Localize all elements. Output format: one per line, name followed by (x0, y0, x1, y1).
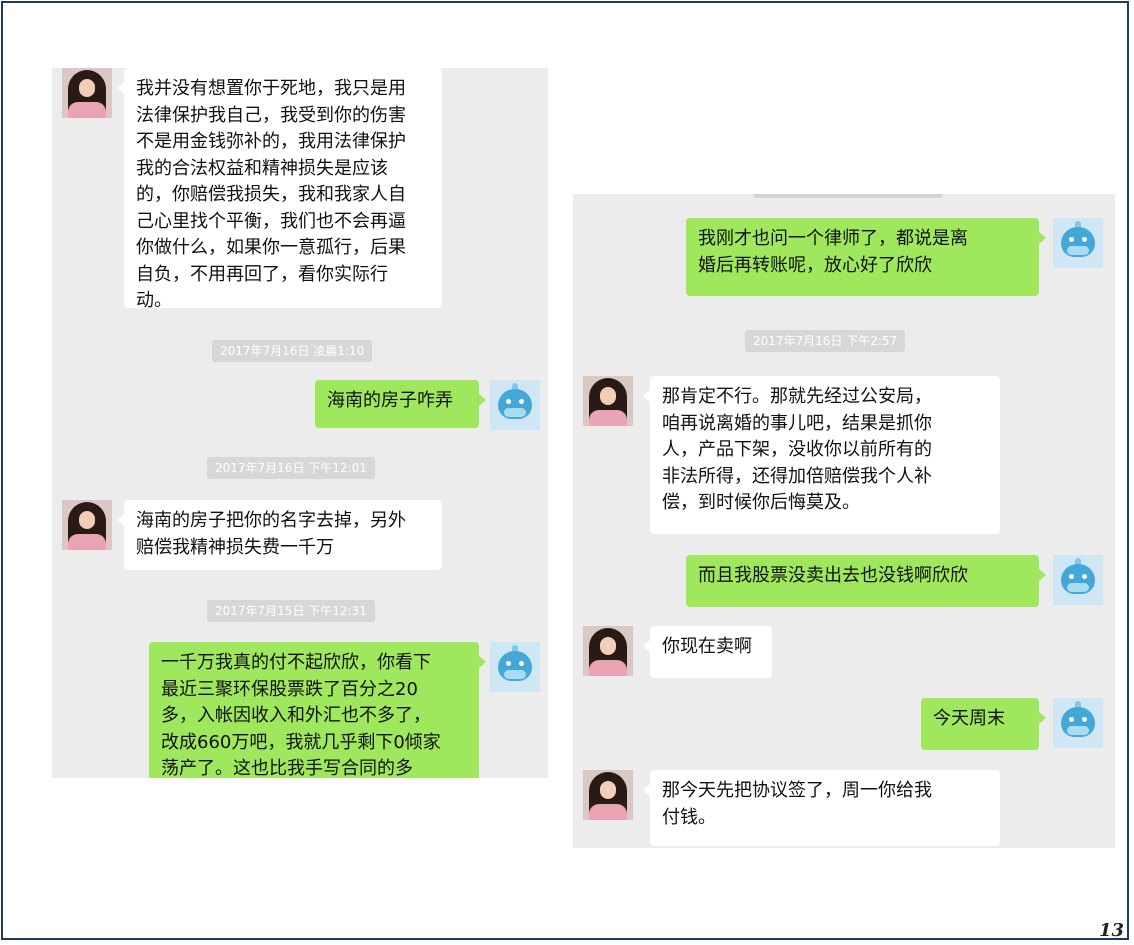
girl-avatar-icon[interactable] (583, 376, 633, 426)
message-bubble-outgoing[interactable]: 而且我股票没卖出去也没钱啊欣欣 (686, 555, 1046, 607)
girl-avatar-icon[interactable] (583, 770, 633, 820)
timestamp: 2017年7月16日 凌晨1:10 (212, 340, 373, 362)
chat-screenshot-right: 我刚才也问一个律师了，都说是离 婚后再转账呢，放心好了欣欣 2017年7月16日… (573, 194, 1115, 848)
girl-avatar-icon[interactable] (62, 68, 112, 118)
girl-avatar-icon[interactable] (62, 500, 112, 550)
message-bubble-outgoing[interactable]: 一千万我真的付不起欣欣，你看下 最近三聚环保股票跌了百分之20 多，入帐因收入和… (149, 642, 486, 778)
cropped-timestamp (753, 194, 943, 198)
message-bubble-incoming[interactable]: 海南的房子把你的名字去掉，另外 赔偿我精神损失费一千万 (117, 500, 442, 570)
timestamp: 2017年7月15日 下午12:31 (207, 600, 375, 622)
message-bubble-incoming[interactable]: 那肯定不行。那就先经过公安局， 咱再说离婚的事儿吧，结果是抓你 人，产品下架，没… (643, 376, 1000, 534)
message-bubble-outgoing[interactable]: 今天周末 (921, 698, 1046, 750)
whale-avatar-icon[interactable] (1053, 555, 1103, 605)
message-bubble-outgoing[interactable]: 我刚才也问一个律师了，都说是离 婚后再转账呢，放心好了欣欣 (686, 218, 1046, 296)
whale-avatar-icon[interactable] (1053, 698, 1103, 748)
page-number: 13 (1098, 920, 1124, 941)
chat-screenshot-left: 我并没有想置你于死地，我只是用 法律保护我自己，我受到你的伤害 不是用金钱弥补的… (52, 68, 548, 778)
timestamp: 2017年7月16日 下午12:01 (207, 457, 375, 479)
message-bubble-incoming[interactable]: 我并没有想置你于死地，我只是用 法律保护我自己，我受到你的伤害 不是用金钱弥补的… (117, 68, 442, 311)
whale-avatar-icon[interactable] (490, 380, 540, 430)
timestamp: 2017年7月16日 下午2:57 (745, 330, 906, 352)
whale-avatar-icon[interactable] (1053, 218, 1103, 268)
message-bubble-outgoing[interactable]: 海南的房子咋弄 (315, 380, 486, 428)
girl-avatar-icon[interactable] (583, 626, 633, 676)
whale-avatar-icon[interactable] (490, 642, 540, 692)
message-bubble-incoming[interactable]: 那今天先把协议签了，周一你给我 付钱。 (643, 770, 1000, 846)
message-bubble-incoming[interactable]: 你现在卖啊 (643, 626, 772, 678)
